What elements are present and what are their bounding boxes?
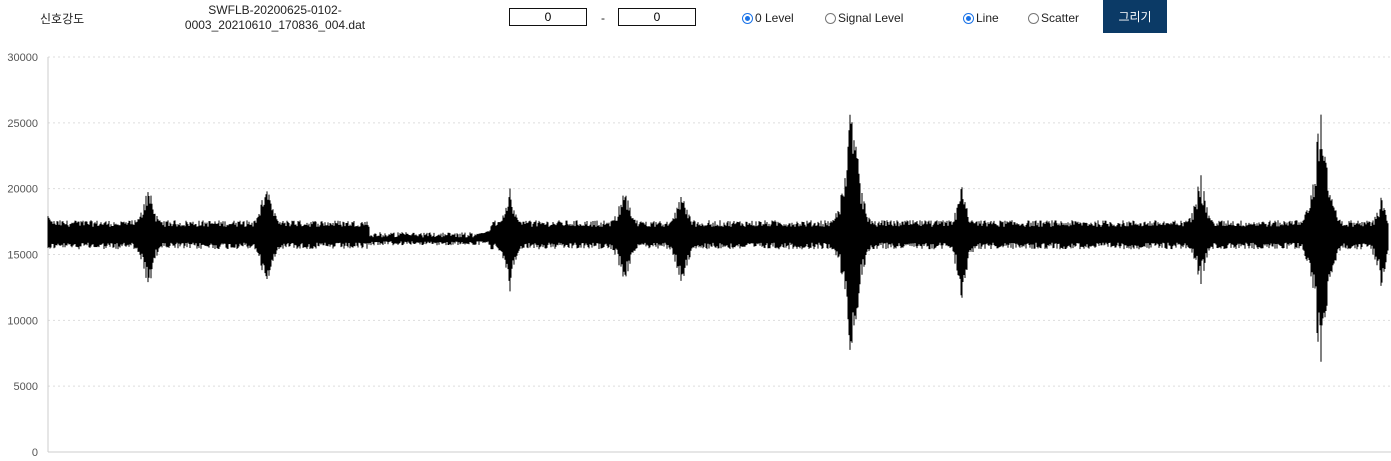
signal-strength-label: 신호강도: [40, 12, 85, 26]
radio-line-button[interactable]: [963, 12, 974, 24]
file-name-line1: SWFLB-20200625-0102-: [208, 3, 342, 17]
radio-scatter-button[interactable]: [1028, 12, 1039, 24]
range-end-input[interactable]: [618, 8, 696, 26]
file-name: SWFLB-20200625-0102- 0003_20210610_17083…: [170, 3, 380, 33]
y-tick-label: 25000: [7, 118, 38, 130]
draw-button[interactable]: 그리기: [1103, 0, 1167, 33]
chart-grid: [48, 56, 1391, 453]
signal-trace: [47, 114, 1389, 362]
y-tick-label: 15000: [7, 250, 38, 262]
y-tick-label: 5000: [14, 381, 38, 393]
y-tick-label: 0: [32, 447, 38, 459]
y-axis-ticks: 0 5000 10000 15000 20000 25000 30000: [7, 52, 38, 459]
radio-zero-level-button[interactable]: [742, 12, 753, 24]
radio-signal-level-label: Signal Level: [838, 11, 904, 25]
radio-zero-level-label: 0 Level: [755, 11, 794, 25]
radio-signal-level[interactable]: Signal Level: [825, 10, 903, 26]
radio-scatter-label: Scatter: [1041, 11, 1080, 25]
radio-signal-level-button[interactable]: [825, 12, 836, 24]
toolbar: 신호강도 SWFLB-20200625-0102- 0003_20210610_…: [0, 0, 1391, 40]
radio-line-label: Line: [976, 11, 999, 25]
y-tick-label: 30000: [7, 52, 38, 64]
file-name-line2: 0003_20210610_170836_004.dat: [184, 18, 366, 32]
signal-chart: 0 5000 10000 15000 20000 25000 30000: [7, 52, 1391, 459]
radio-scatter[interactable]: Scatter: [1028, 10, 1079, 26]
y-tick-label: 20000: [7, 184, 38, 196]
range-start-input[interactable]: [509, 8, 587, 26]
y-tick-label: 10000: [7, 315, 38, 327]
range-separator: -: [601, 11, 605, 25]
radio-zero-level[interactable]: 0 Level: [742, 10, 794, 26]
radio-line[interactable]: Line: [963, 10, 999, 26]
